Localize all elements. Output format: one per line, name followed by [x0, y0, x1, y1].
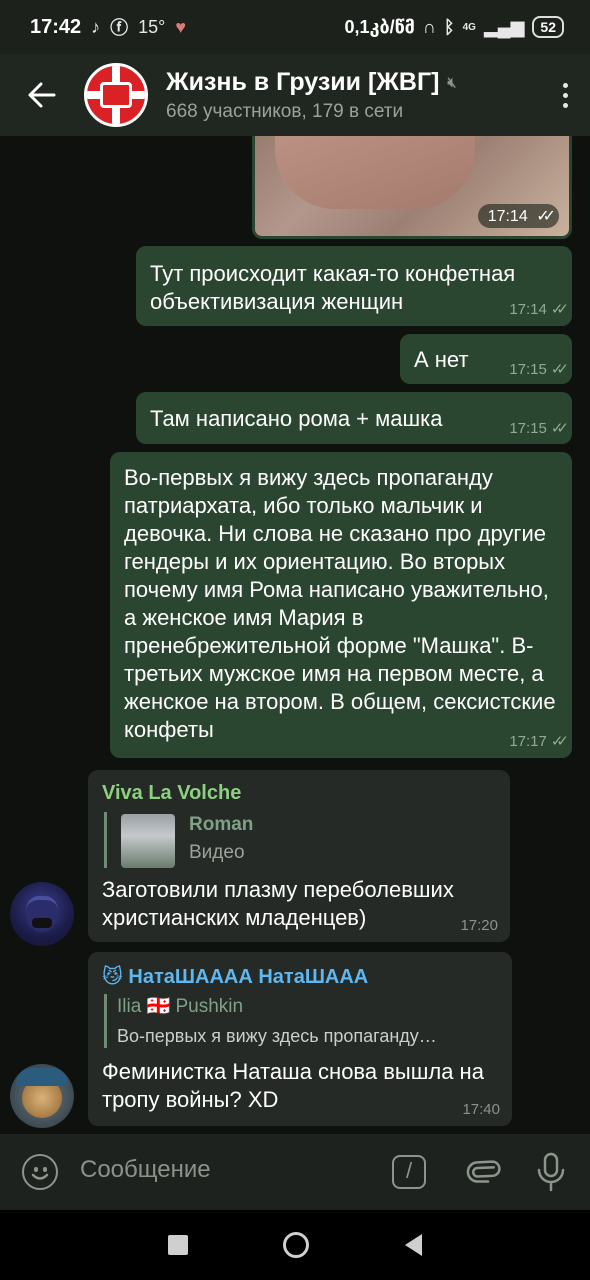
outgoing-message[interactable]: Во-первых я вижу здесь пропаганду патриа…: [110, 452, 572, 758]
chat-title-block[interactable]: Жизнь в Грузии [ЖВГ] 🔇︎ 668 участников, …: [166, 68, 456, 123]
battery-indicator: 52: [532, 16, 564, 38]
tiktok-icon: ♪: [91, 16, 101, 37]
incoming-message[interactable]: 😼 НатаШАААА НатаШААА Ilia 🇬🇪 Pushkin Во-…: [88, 952, 512, 1126]
bot-commands-button[interactable]: /: [392, 1155, 426, 1189]
message-time: 17:14 ✓✓: [509, 301, 569, 318]
bluetooth-icon: ᛒ: [443, 16, 455, 37]
chat-subtitle: 668 участников, 179 в сети: [166, 100, 404, 122]
message-text: Во-первых я вижу здесь пропаганду патриа…: [124, 465, 556, 742]
back-button[interactable]: [0, 54, 84, 136]
arrow-left-icon: [28, 82, 56, 108]
chat-title: Жизнь в Грузии [ЖВГ] 🔇︎: [166, 67, 457, 96]
attach-icon[interactable]: [456, 1148, 507, 1199]
incoming-message[interactable]: Viva La Volche Roman Видео Заготовили пл…: [88, 770, 510, 942]
read-checks-icon: ✓✓: [536, 208, 556, 225]
read-checks-icon: ✓✓: [550, 420, 569, 437]
read-checks-icon: ✓✓: [550, 361, 569, 378]
photo-message[interactable]: 17:14 ✓✓: [252, 136, 572, 239]
message-text: Там написано рома + машка: [150, 406, 443, 431]
user-avatar[interactable]: [10, 1064, 74, 1128]
message-text: Заготовили плазму переболевших христианс…: [102, 877, 454, 930]
temperature: 15°: [138, 16, 166, 37]
back-nav-button[interactable]: [405, 1234, 423, 1256]
message-composer: Сообщение /: [0, 1134, 590, 1210]
status-right: 0,1‍კბ/წმ ∩ ᛒ 4G ▂▄▆ 52: [344, 16, 564, 38]
reply-preview[interactable]: Roman Видео: [104, 812, 404, 868]
tractor-icon: [100, 82, 132, 108]
emoji-button[interactable]: [22, 1154, 58, 1190]
status-bar: 17:42 ♪ ⓕ 15° ♥ 0,1‍კბ/წმ ∩ ᛒ 4G ▂▄▆ 52: [0, 0, 590, 54]
microphone-icon: [537, 1152, 565, 1192]
recents-button[interactable]: [167, 1235, 188, 1255]
outgoing-message[interactable]: Тут происходит какая-то конфетная объект…: [136, 246, 572, 326]
signal-icon: ▂▄▆: [483, 16, 525, 37]
system-navigation-bar: [0, 1210, 590, 1280]
message-time: 17:15 ✓✓: [509, 361, 569, 378]
message-time: 17:40: [462, 1101, 500, 1118]
sender-name[interactable]: Viva La Volche: [102, 782, 241, 805]
message-list[interactable]: 17:14 ✓✓ Тут происходит какая-то конфетн…: [0, 136, 590, 1134]
read-checks-icon: ✓✓: [550, 733, 569, 750]
sender-name[interactable]: 😼 НатаШАААА НатаШААА: [102, 964, 368, 989]
facebook-icon: ⓕ: [110, 18, 129, 38]
reply-author: Roman: [189, 814, 254, 835]
headphones-icon: ∩: [422, 16, 436, 37]
home-button[interactable]: [283, 1232, 310, 1258]
network-type: 4G: [462, 21, 476, 33]
video-thumbnail: [121, 814, 175, 868]
telegram-chat-screen: 17:42 ♪ ⓕ 15° ♥ 0,1‍კბ/წმ ∩ ᛒ 4G ▂▄▆ 52 …: [0, 0, 590, 1280]
outgoing-message[interactable]: Там написано рома + машка 17:15 ✓✓: [136, 392, 572, 444]
more-menu-button[interactable]: [540, 54, 590, 136]
chat-header: Жизнь в Грузии [ЖВГ] 🔇︎ 668 участников, …: [0, 54, 590, 136]
reply-text: Видео: [189, 842, 245, 863]
dot-icon: [562, 82, 568, 88]
group-avatar[interactable]: [84, 63, 148, 127]
clock: 17:42: [30, 15, 82, 38]
cat-emoji: 😼: [102, 966, 123, 988]
smile-icon: [31, 1173, 48, 1180]
health-icon: ♥: [175, 16, 187, 37]
message-input[interactable]: Сообщение: [80, 1156, 211, 1184]
message-time: 17:17 ✓✓: [509, 733, 569, 750]
message-time: 17:15 ✓✓: [509, 420, 569, 437]
muted-icon: 🔇︎: [447, 73, 457, 90]
reply-preview[interactable]: Ilia 🇬🇪 Pushkin Во-первых я вижу здесь п…: [104, 994, 496, 1048]
outgoing-message[interactable]: А нет 17:15 ✓✓: [400, 334, 572, 384]
read-checks-icon: ✓✓: [550, 301, 569, 318]
status-left: 17:42 ♪ ⓕ 15° ♥: [30, 14, 186, 40]
message-text: Феминистка Наташа снова вышла на тропу в…: [102, 1059, 484, 1112]
microphone-button[interactable]: [536, 1152, 566, 1192]
dot-icon: [562, 92, 568, 98]
message-time: 17:14 ✓✓: [477, 204, 559, 228]
dot-icon: [562, 102, 568, 108]
message-text: А нет: [414, 347, 469, 372]
message-time: 17:20: [460, 917, 498, 934]
user-avatar[interactable]: [10, 882, 74, 946]
reply-author: Ilia 🇬🇪 Pushkin: [117, 996, 244, 1017]
message-text: Тут происходит какая-то конфетная объект…: [150, 261, 516, 314]
reply-text: Во-первых я вижу здесь пропаганду…: [117, 1026, 437, 1046]
network-speed: 0,1‍კბ/წმ: [344, 16, 415, 37]
